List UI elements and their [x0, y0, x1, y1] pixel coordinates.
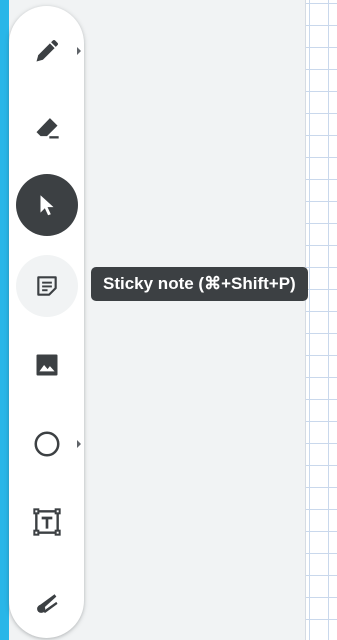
shape-tool-button[interactable]	[16, 413, 81, 475]
pen-submenu-arrow-icon[interactable]	[77, 47, 81, 55]
pen-icon	[36, 39, 59, 62]
grid-canvas[interactable]	[305, 0, 337, 640]
select-tool-button[interactable]	[16, 174, 78, 236]
image-icon	[36, 354, 58, 376]
pen-tool-button[interactable]	[16, 20, 81, 82]
laser-tool-button[interactable]	[16, 572, 78, 634]
tool-palette	[9, 6, 84, 638]
laser-icon	[37, 594, 58, 613]
sticky-note-tool-button[interactable]	[16, 255, 78, 317]
cursor-icon	[40, 195, 54, 216]
text-box-tool-button[interactable]	[16, 491, 78, 553]
sticky-note-icon	[37, 276, 57, 296]
eraser-icon	[36, 118, 59, 139]
sticky-note-tooltip: Sticky note (⌘+Shift+P)	[91, 267, 308, 301]
image-tool-button[interactable]	[16, 334, 78, 396]
window-left-edge	[0, 0, 9, 640]
shape-submenu-arrow-icon[interactable]	[77, 440, 81, 448]
eraser-tool-button[interactable]	[16, 97, 78, 159]
circle-icon	[34, 431, 60, 457]
text-box-icon	[33, 508, 61, 536]
